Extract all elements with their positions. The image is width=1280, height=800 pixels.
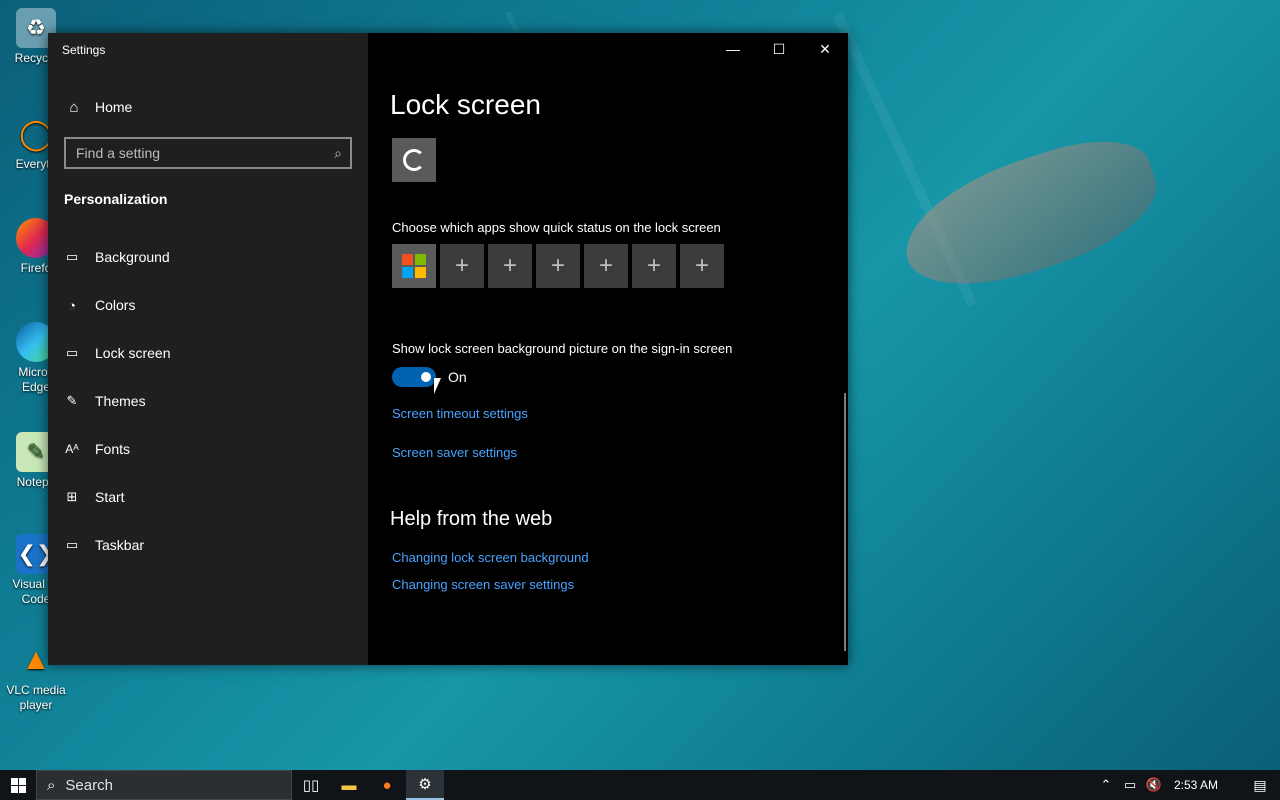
file-explorer-icon[interactable]: ▬	[330, 770, 368, 800]
screen-timeout-link[interactable]: Screen timeout settings	[392, 406, 528, 421]
signin-background-toggle-row: On	[392, 367, 467, 387]
network-icon[interactable]: ▭	[1118, 777, 1142, 793]
microsoft-store-icon	[402, 254, 426, 278]
sidebar-item-label: Colors	[95, 297, 136, 313]
sidebar-item-lock-screen[interactable]: ▭ Lock screen	[48, 329, 368, 377]
quick-status-add-button[interactable]: +	[680, 244, 724, 288]
system-tray: ⌃ ▭ 🔇 2:53 AM ▤	[1094, 770, 1280, 800]
home-label: Home	[95, 99, 133, 115]
toggle-knob	[421, 372, 431, 382]
minimize-button[interactable]: —	[710, 33, 756, 65]
sidebar-item-fonts[interactable]: Aᴬ Fonts	[48, 425, 368, 473]
lock-screen-icon: ▭	[65, 345, 79, 360]
settings-window: Settings ⌂ Home ⌕ Personalization ▭ Back…	[48, 33, 848, 665]
image-icon: ▭	[65, 249, 79, 264]
find-setting-search: ⌕	[64, 137, 352, 169]
quick-status-add-button[interactable]: +	[536, 244, 580, 288]
themes-icon: ✎	[66, 393, 78, 408]
sidebar-item-themes[interactable]: ✎ Themes	[48, 377, 368, 425]
quick-status-add-button[interactable]: +	[584, 244, 628, 288]
find-setting-input[interactable]	[76, 145, 335, 161]
sidebar-item-label: Lock screen	[95, 345, 171, 361]
taskbar: ⌕ ▯▯ ▬ ● ⚙ ⌃ ▭ 🔇 2:53 AM ▤	[0, 770, 1280, 800]
start-button[interactable]	[0, 770, 36, 800]
sidebar-item-label: Taskbar	[95, 537, 145, 553]
quick-status-label: Choose which apps show quick status on t…	[392, 220, 721, 235]
sidebar-item-label: Background	[95, 249, 170, 265]
maximize-button[interactable]: ☐	[756, 33, 802, 65]
help-link-lock-screen-background[interactable]: Changing lock screen background	[392, 550, 589, 565]
start-icon: ⊞	[66, 489, 78, 504]
taskbar-search[interactable]: ⌕	[36, 770, 292, 800]
home-link[interactable]: ⌂ Home	[64, 97, 132, 117]
content-pane: Lock screen Choose which apps show quick…	[368, 33, 848, 665]
fonts-icon: Aᴬ	[65, 442, 79, 456]
home-icon: ⌂	[69, 98, 79, 116]
mouse-cursor	[434, 378, 441, 394]
sidebar-nav: ▭ Background ◔ Colors ▭ Lock screen ✎ Th…	[48, 233, 368, 569]
sidebar-item-colors[interactable]: ◔ Colors	[48, 281, 368, 329]
chevron-up-icon[interactable]: ⌃	[1094, 777, 1118, 793]
task-view-icon[interactable]: ▯▯	[292, 770, 330, 800]
search-icon[interactable]: ⌕	[334, 145, 342, 162]
volume-muted-icon[interactable]: 🔇	[1142, 777, 1166, 793]
help-heading: Help from the web	[390, 508, 553, 530]
taskbar-search-input[interactable]	[65, 776, 266, 794]
palette-icon: ◔	[68, 297, 76, 313]
close-button[interactable]: ✕	[802, 33, 848, 65]
sidebar-item-taskbar[interactable]: ▭ Taskbar	[48, 521, 368, 569]
scrollbar[interactable]	[844, 393, 846, 651]
sidebar-item-label: Start	[95, 489, 125, 505]
sidebar-item-start[interactable]: ⊞ Start	[48, 473, 368, 521]
edge-icon	[403, 149, 425, 171]
signin-background-label: Show lock screen background picture on t…	[392, 341, 733, 356]
desktop-icon-label: VLC media player	[6, 683, 66, 712]
windows-logo-icon	[10, 777, 26, 793]
sidebar-item-label: Themes	[95, 393, 146, 409]
screen-saver-link[interactable]: Screen saver settings	[392, 445, 517, 460]
quick-status-add-button[interactable]: +	[488, 244, 532, 288]
firefox-taskbar-icon[interactable]: ●	[368, 770, 406, 800]
sidebar-item-label: Fonts	[95, 441, 131, 457]
quick-status-add-button[interactable]: +	[632, 244, 676, 288]
quick-status-tile-store[interactable]	[392, 244, 436, 288]
window-title: Settings	[62, 43, 106, 57]
mermaid-tail-decoration	[889, 122, 1171, 308]
toggle-state: On	[448, 369, 467, 385]
detailed-status-app-tile[interactable]	[392, 138, 436, 182]
clock[interactable]: 2:53 AM	[1174, 778, 1218, 792]
sidebar-item-background[interactable]: ▭ Background	[48, 233, 368, 281]
help-link-screen-saver[interactable]: Changing screen saver settings	[392, 577, 574, 592]
signin-background-toggle[interactable]	[392, 367, 436, 387]
notification-icon[interactable]: ▤	[1240, 777, 1280, 794]
quick-status-add-button[interactable]: +	[440, 244, 484, 288]
section-title: Personalization	[64, 191, 168, 207]
quick-status-tiles: + + + + + +	[392, 244, 724, 288]
settings-taskbar-icon[interactable]: ⚙	[406, 770, 444, 800]
search-icon: ⌕	[47, 776, 56, 794]
window-controls: — ☐ ✕	[710, 33, 848, 65]
sidebar: Settings ⌂ Home ⌕ Personalization ▭ Back…	[48, 33, 368, 665]
taskbar-icon: ▭	[65, 537, 79, 552]
page-title: Lock screen	[390, 89, 541, 120]
